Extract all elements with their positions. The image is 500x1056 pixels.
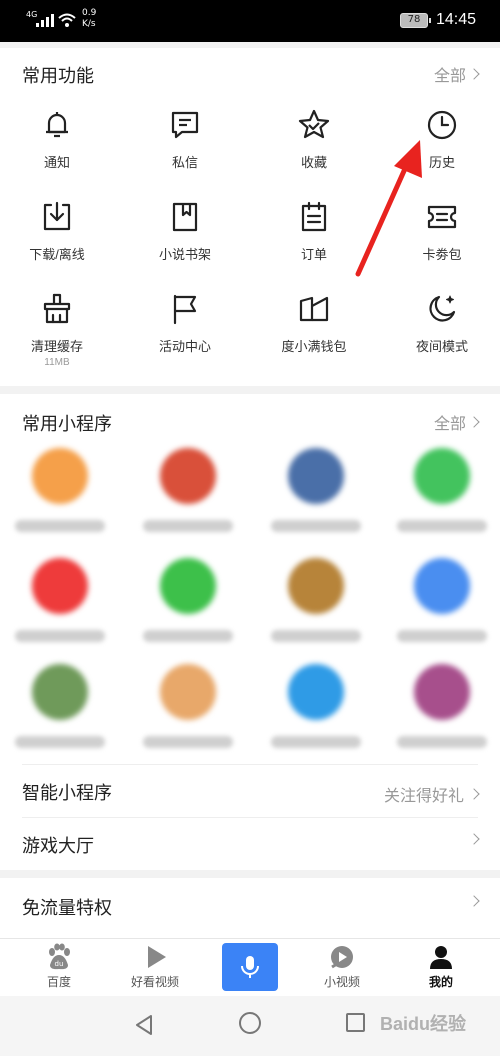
- coupon-icon: [427, 205, 457, 229]
- mini-program-item[interactable]: [256, 448, 376, 532]
- annotation-arrow: [355, 140, 422, 277]
- system-nav-bar: Baidu经验: [0, 996, 500, 1056]
- mini-program-icon: [160, 664, 216, 720]
- status-bar: 4G 0.9 K/s 78 14:45: [0, 0, 500, 42]
- mini-program-label: [397, 630, 487, 642]
- mini-program-icon: [414, 558, 470, 614]
- message-icon: [171, 111, 199, 139]
- back-icon[interactable]: [134, 1014, 154, 1036]
- mini-program-item[interactable]: [128, 558, 248, 642]
- mini-program-label: [271, 630, 361, 642]
- mini-program-item[interactable]: [128, 448, 248, 532]
- mini-program-item[interactable]: [0, 664, 120, 748]
- mini-program-label: [143, 520, 233, 532]
- network-speed: 0.9 K/s: [82, 8, 97, 29]
- mini-program-label: [143, 630, 233, 642]
- clock-icon: [427, 110, 457, 140]
- mini-program-icon: [32, 558, 88, 614]
- mini-program-item[interactable]: [0, 448, 120, 532]
- play-icon: [148, 946, 166, 968]
- voice-search-button[interactable]: [222, 943, 278, 991]
- mini-program-icon: [414, 448, 470, 504]
- game-hall-row[interactable]: 游戏大厅: [0, 818, 500, 870]
- download-icon: [43, 201, 71, 231]
- mini-program-icon: [160, 558, 216, 614]
- tab-baidu[interactable]: du 百度: [14, 943, 104, 990]
- recent-apps-icon[interactable]: [346, 1013, 365, 1032]
- tab-mine[interactable]: 我的: [396, 943, 486, 990]
- tab-mini-video[interactable]: 小视频: [297, 943, 387, 990]
- section-title: 常用功能: [22, 66, 94, 86]
- func-activity-center[interactable]: 活动中心: [130, 292, 240, 355]
- func-bookshelf[interactable]: 小说书架: [130, 200, 240, 263]
- order-icon: [301, 201, 327, 232]
- func-wallet[interactable]: 度小满钱包: [259, 292, 369, 355]
- chevron-right-icon: [468, 416, 480, 428]
- mini-program-label: [15, 736, 105, 748]
- common-functions-more-link[interactable]: 全部: [434, 62, 480, 86]
- free-traffic-card: 免流量特权: [0, 878, 500, 938]
- mini-program-icon: [160, 448, 216, 504]
- smart-mini-programs-row[interactable]: 智能小程序 关注得好礼: [0, 765, 500, 817]
- svg-text:du: du: [55, 960, 64, 968]
- bottom-tab-bar: du 百度 好看视频 小视频 我的: [0, 938, 500, 996]
- mini-program-icon: [288, 558, 344, 614]
- func-message[interactable]: 私信: [130, 108, 240, 171]
- mini-program-label: [15, 630, 105, 642]
- mini-program-item[interactable]: [256, 664, 376, 748]
- home-icon[interactable]: [239, 1012, 261, 1034]
- mini-program-icon: [414, 664, 470, 720]
- microphone-icon: [241, 956, 259, 978]
- mini-video-icon: [331, 946, 353, 969]
- mini-program-item[interactable]: [128, 664, 248, 748]
- battery-indicator: 78: [400, 13, 431, 28]
- mini-program-icon: [288, 664, 344, 720]
- mini-program-icon: [32, 448, 88, 504]
- func-night-mode[interactable]: 夜间模式: [387, 292, 497, 355]
- mini-program-label: [397, 520, 487, 532]
- baidu-paw-icon: du: [49, 943, 70, 970]
- mini-program-label: [397, 736, 487, 748]
- free-traffic-row[interactable]: 免流量特权: [0, 880, 500, 932]
- mini-program-label: [271, 520, 361, 532]
- star-icon: [298, 109, 330, 139]
- section-title: 常用小程序: [22, 414, 112, 434]
- func-clear-cache[interactable]: 清理缓存 11MB: [2, 292, 112, 368]
- moon-icon: [429, 295, 456, 322]
- flag-icon: [173, 294, 197, 325]
- mini-program-icon: [288, 448, 344, 504]
- signal-icon: [36, 14, 54, 27]
- bell-icon: [46, 112, 68, 138]
- mini-programs-more-link[interactable]: 全部: [434, 410, 480, 434]
- chevron-right-icon: [468, 895, 480, 907]
- wallet-icon: [299, 296, 329, 322]
- mini-program-item[interactable]: [382, 558, 500, 642]
- func-download[interactable]: 下载/离线: [2, 200, 112, 263]
- book-icon: [172, 202, 198, 232]
- mini-program-item[interactable]: [382, 448, 500, 532]
- mini-programs-card: 常用小程序 全部 智能小程序 关注得好礼 游戏大厅: [0, 394, 500, 870]
- watermark-logo: Baidu经验: [380, 1014, 467, 1034]
- tab-haokan-video[interactable]: 好看视频: [110, 943, 200, 990]
- chevron-right-icon: [468, 833, 480, 845]
- mini-program-label: [271, 736, 361, 748]
- chevron-right-icon: [468, 788, 480, 800]
- mini-program-item[interactable]: [382, 664, 500, 748]
- cache-size: 11MB: [44, 357, 70, 368]
- person-icon: [430, 946, 452, 969]
- wifi-icon: [58, 13, 76, 27]
- func-notice[interactable]: 通知: [2, 108, 112, 171]
- mini-program-item[interactable]: [0, 558, 120, 642]
- clock: 14:45: [436, 11, 477, 28]
- broom-icon: [43, 293, 71, 324]
- mini-program-label: [15, 520, 105, 532]
- chevron-right-icon: [468, 68, 480, 80]
- mini-program-item[interactable]: [256, 558, 376, 642]
- mini-program-icon: [32, 664, 88, 720]
- common-functions-card: 常用功能 全部 通知 私信 收藏 历史 下载/离线 小说书架 订单 卡劵包 清理…: [0, 48, 500, 386]
- mini-program-label: [143, 736, 233, 748]
- follow-gift-text: 关注得好礼: [383, 788, 464, 805]
